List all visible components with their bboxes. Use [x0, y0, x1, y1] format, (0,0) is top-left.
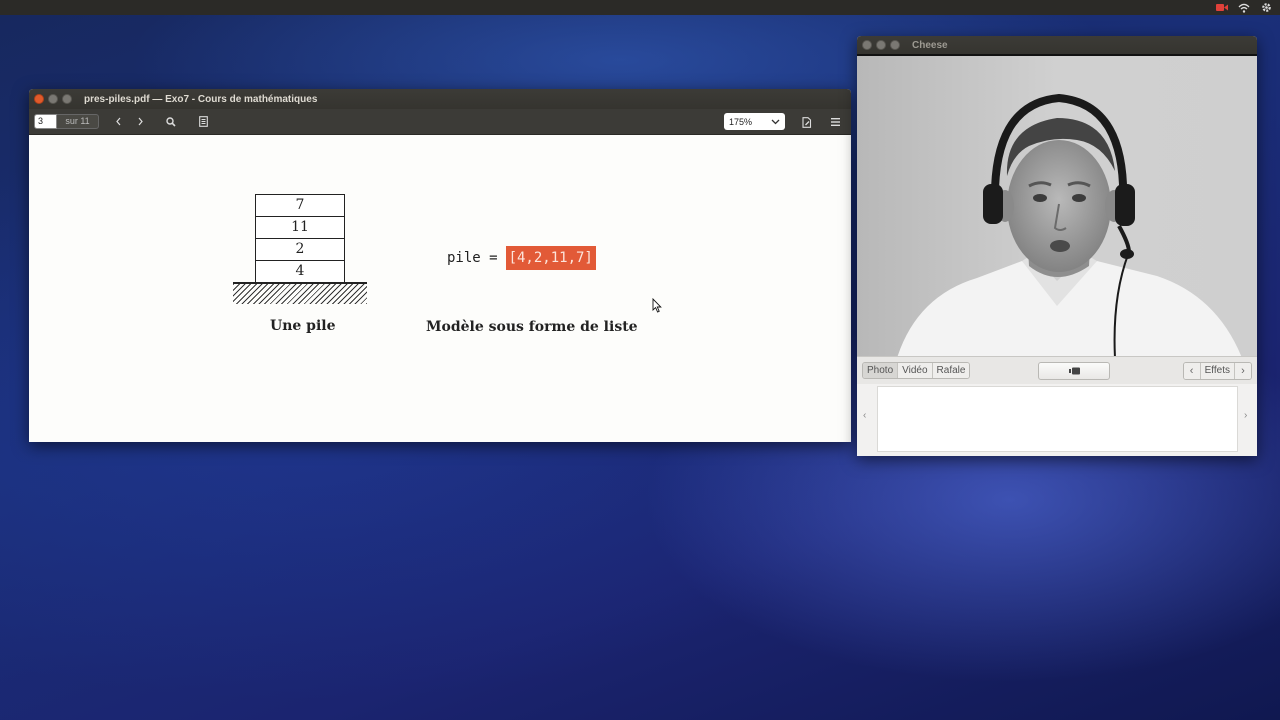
pdf-viewer-window: pres-piles.pdf — Exo7 - Cours de mathéma… — [29, 89, 851, 442]
search-button[interactable] — [160, 113, 182, 131]
code-prefix: pile = — [447, 250, 498, 266]
maximize-window-button[interactable] — [890, 40, 900, 50]
thumbnail-strip: ‹ › — [857, 384, 1257, 454]
close-window-button[interactable] — [34, 94, 44, 104]
stack-element: 11 — [255, 216, 345, 239]
stack-ground-hatching — [233, 284, 367, 304]
minimize-window-button[interactable] — [48, 94, 58, 104]
camera-icon — [1068, 367, 1080, 375]
effects-next-button[interactable]: › — [1235, 363, 1251, 379]
tab-burst[interactable]: Rafale — [932, 363, 970, 378]
close-window-button[interactable] — [862, 40, 872, 50]
effects-group: ‹ Effets › — [1182, 362, 1252, 380]
take-photo-button[interactable] — [1038, 362, 1110, 380]
sidebar-toggle-button[interactable] — [192, 113, 214, 131]
cheese-titlebar: Cheese — [857, 36, 1257, 54]
window-title: pres-piles.pdf — Exo7 - Cours de mathéma… — [84, 93, 318, 105]
mouse-pointer-icon — [652, 298, 662, 313]
tab-video[interactable]: Vidéo — [898, 363, 933, 378]
effects-button[interactable]: Effets — [1199, 363, 1235, 379]
page-number-input[interactable]: 3 — [34, 114, 57, 129]
annotate-document-icon — [802, 116, 812, 128]
webcam-preview — [857, 54, 1257, 356]
pdf-toolbar: 3 sur 11 175% — [29, 109, 851, 135]
stack-element: 7 — [255, 194, 345, 217]
tab-photo[interactable]: Photo — [863, 363, 899, 378]
zoom-select[interactable]: 175% — [724, 113, 785, 130]
cheese-controls: Photo Vidéo Rafale ‹ Effets › — [857, 356, 1257, 384]
capture-mode-tabs: Photo Vidéo Rafale — [862, 362, 971, 379]
webcam-video-frame — [857, 56, 1257, 356]
camera-recording-icon[interactable] — [1216, 2, 1228, 13]
chevron-down-icon — [771, 119, 780, 124]
next-page-button[interactable] — [129, 113, 151, 131]
effects-previous-button[interactable]: ‹ — [1183, 363, 1200, 379]
search-icon — [166, 116, 176, 127]
stack-caption: Une pile — [270, 318, 336, 334]
document-icon — [198, 116, 208, 127]
zoom-value: 175% — [729, 116, 753, 127]
code-list-highlight: [4,2,11,7] — [505, 246, 596, 270]
model-caption: Modèle sous forme de liste — [426, 319, 638, 335]
page-total-label: sur 11 — [57, 114, 99, 129]
annotate-button[interactable] — [796, 113, 818, 131]
minimize-window-button[interactable] — [876, 40, 886, 50]
chevron-left-icon — [115, 117, 120, 126]
scroll-right-icon[interactable]: › — [1244, 410, 1247, 421]
hamburger-menu-icon — [830, 118, 840, 126]
thumbnail-area — [877, 386, 1238, 452]
list-model-code: pile = [4,2,11,7] — [447, 246, 596, 270]
pdf-titlebar: pres-piles.pdf — Exo7 - Cours de mathéma… — [29, 89, 851, 109]
maximize-window-button[interactable] — [62, 94, 72, 104]
menu-button[interactable] — [824, 113, 846, 131]
settings-gear-icon[interactable] — [1260, 2, 1272, 13]
chevron-right-icon — [138, 117, 143, 126]
previous-page-button[interactable] — [107, 113, 129, 131]
wifi-icon[interactable] — [1238, 2, 1250, 13]
stack-element: 2 — [255, 238, 345, 261]
cheese-window: Cheese Photo Vidéo Rafale ‹ Effets › ‹ › — [857, 36, 1257, 456]
window-title: Cheese — [912, 39, 948, 51]
scroll-left-icon[interactable]: ‹ — [863, 410, 866, 421]
top-panel — [0, 0, 1280, 15]
stack-element: 4 — [255, 260, 345, 283]
page-navigation-box: 3 sur 11 — [34, 114, 99, 129]
pdf-page: 7 11 2 4 Une pile pile = [4,2,11,7] Modè… — [29, 135, 851, 442]
